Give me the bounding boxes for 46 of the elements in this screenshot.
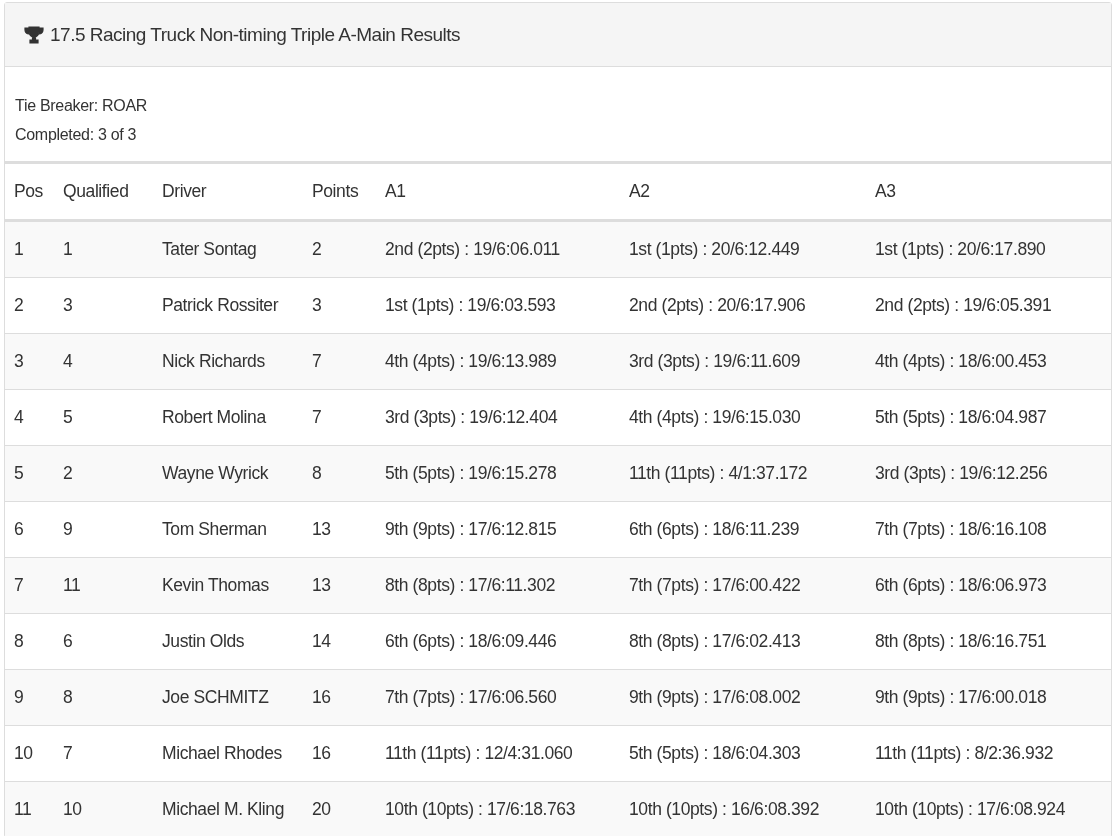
table-cell: 10th (10pts) : 17/6:18.763 [376,781,620,836]
table-cell: 8 [54,669,153,726]
table-cell: 7 [303,333,376,390]
table-cell: 2 [54,445,153,502]
table-cell: Nick Richards [153,333,303,390]
table-cell: Tater Sontag [153,220,303,278]
table-cell: 4th (4pts) : 18/6:00.453 [866,333,1111,390]
table-cell: 8th (8pts) : 17/6:11.302 [376,557,620,614]
table-cell: 8 [303,445,376,502]
table-cell: 1st (1pts) : 20/6:12.449 [620,220,866,278]
table-cell: 10th (10pts) : 16/6:08.392 [620,781,866,836]
table-cell: 7 [5,557,54,614]
table-cell: 1st (1pts) : 20/6:17.890 [866,220,1111,278]
table-cell: 11 [5,781,54,836]
table-cell: 2 [303,220,376,278]
info-text: Completed: 3 of 3 [15,125,138,145]
table-cell: 5th (5pts) : 19/6:15.278 [376,445,620,502]
table-cell: 1 [5,220,54,278]
table-cell: 3 [5,333,54,390]
info-text: Tie Breaker: ROAR [15,96,149,116]
table-cell: 9th (9pts) : 17/6:08.002 [620,669,866,726]
table-cell: 11th (11pts) : 4/1:37.172 [620,445,866,502]
table-cell: 7th (7pts) : 17/6:00.422 [620,557,866,614]
table-cell: 3rd (3pts) : 19/6:11.609 [620,333,866,390]
table-cell: 13 [303,557,376,614]
table-cell: Wayne Wyrick [153,445,303,502]
table-cell: 1 [54,220,153,278]
table-cell: 6th (6pts) : 18/6:06.973 [866,557,1111,614]
table-cell: Joe SCHMITZ [153,669,303,726]
table-cell: 3rd (3pts) : 19/6:12.256 [866,445,1111,502]
table-cell: 7th (7pts) : 17/6:06.560 [376,669,620,726]
panel-title: 17.5 Racing Truck Non-timing Triple A-Main Results [50,23,461,46]
table-cell: 4 [54,333,153,390]
table-cell: 11 [54,557,153,614]
table-cell: 4th (4pts) : 19/6:13.989 [376,333,620,390]
table-cell: 16 [303,669,376,726]
table-cell: Michael M. Kling [153,781,303,836]
table-cell: 9 [5,669,54,726]
table-cell: Kevin Thomas [153,557,303,614]
table-cell: 9th (9pts) : 17/6:00.018 [866,669,1111,726]
table-cell: 20 [303,781,376,836]
trophy-icon [24,25,44,44]
table-cell: 2nd (2pts) : 19/6:06.011 [376,220,620,278]
table-cell: 10 [54,781,153,836]
table-cell: 10th (10pts) : 17/6:08.924 [866,781,1111,836]
table-cell: 5 [5,445,54,502]
